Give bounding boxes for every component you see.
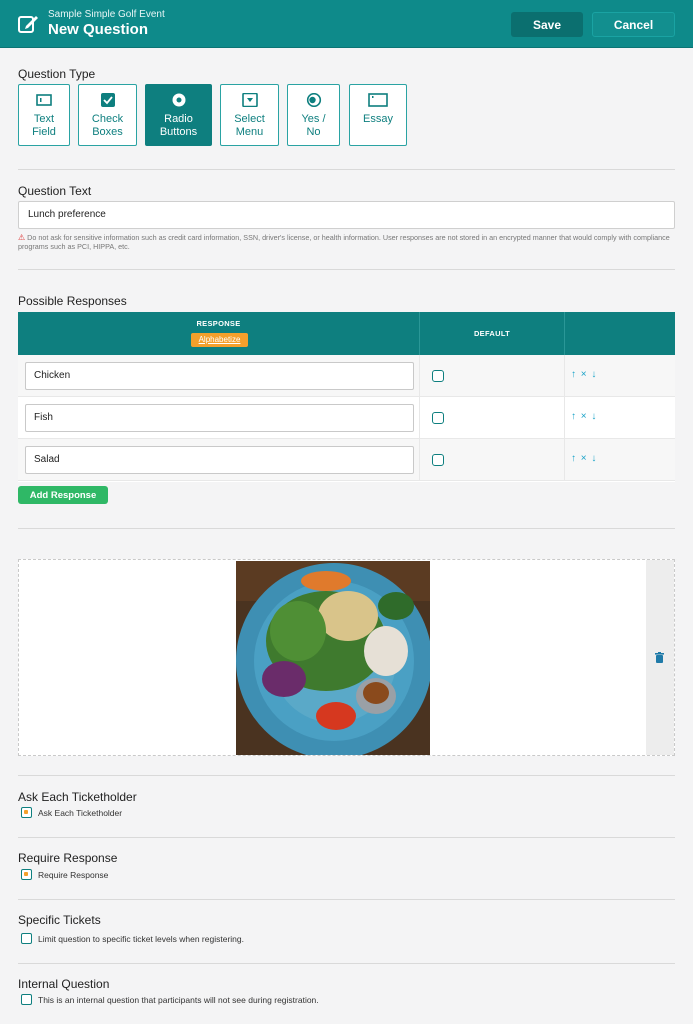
cancel-button[interactable]: Cancel (592, 12, 675, 37)
specific-tickets-title: Specific Tickets (18, 913, 101, 927)
edit-icon (18, 16, 38, 33)
select-menu-icon (241, 93, 258, 107)
sensitive-info-warning: ⚠ Do not ask for sensitive information su… (18, 233, 678, 251)
trash-icon[interactable] (655, 652, 664, 663)
top-bar: Sample Simple Golf Event New Question Sa… (0, 0, 693, 48)
specific-tickets-checkbox[interactable] (21, 933, 32, 944)
specific-tickets-checkbox-label: Limit question to specific ticket levels… (38, 934, 244, 944)
divider (18, 837, 675, 838)
salad-photo (236, 561, 430, 755)
save-button[interactable]: Save (511, 12, 583, 37)
image-upload-area[interactable] (18, 559, 675, 756)
add-response-button[interactable]: Add Response (18, 486, 108, 504)
type-label: Check Boxes (91, 113, 124, 138)
type-label: Essay (363, 113, 393, 125)
text-field-icon (36, 94, 52, 106)
default-column-header: DEFAULT (420, 312, 565, 355)
alphabetize-button[interactable]: Alphabetize (191, 333, 248, 347)
toggle-icon (306, 93, 321, 107)
divider (18, 269, 675, 270)
default-cell (420, 439, 565, 481)
divider (18, 528, 675, 529)
response-cell: Salad (18, 439, 420, 481)
row-actions[interactable]: ↑ × ↓ (571, 369, 597, 380)
response-column-header: RESPONSE Alphabetize (18, 312, 420, 355)
divider (18, 775, 675, 776)
type-label: Radio Buttons (159, 113, 198, 138)
type-yes-no[interactable]: Yes / No (287, 84, 340, 146)
warning-icon: ⚠ (18, 233, 26, 242)
type-label: Text Field (32, 113, 56, 138)
image-actions-sidebar (646, 560, 674, 755)
question-type-label: Question Type (18, 67, 96, 81)
table-row: Chicken ↑ × ↓ (18, 355, 675, 397)
type-text-field[interactable]: Text Field (18, 84, 70, 146)
checkbox-icon (100, 93, 115, 107)
type-label: Select Menu (234, 113, 265, 138)
responses-table: RESPONSE Alphabetize DEFAULT Chicken ↑ ×… (18, 312, 675, 482)
divider (18, 963, 675, 964)
row-actions[interactable]: ↑ × ↓ (571, 411, 597, 422)
default-checkbox[interactable] (432, 370, 444, 382)
response-input[interactable]: Fish (25, 404, 414, 432)
page-title: New Question (48, 21, 149, 38)
response-cell: Fish (18, 397, 420, 439)
ask-each-title: Ask Each Ticketholder (18, 790, 137, 804)
require-response-checkbox-label: Require Response (38, 870, 109, 880)
table-header: RESPONSE Alphabetize DEFAULT (18, 312, 675, 355)
ask-each-checkbox-label: Ask Each Ticketholder (38, 808, 123, 818)
ask-each-checkbox[interactable] (21, 807, 32, 818)
require-response-title: Require Response (18, 851, 118, 865)
divider (18, 899, 675, 900)
default-checkbox[interactable] (432, 412, 444, 424)
internal-question-checkbox-label: This is an internal question that partic… (38, 995, 319, 1005)
column-title: DEFAULT (473, 329, 511, 338)
warning-text: Do not ask for sensitive information suc… (18, 233, 670, 251)
default-cell (420, 397, 565, 439)
type-check-boxes[interactable]: Check Boxes (78, 84, 137, 146)
require-response-checkbox[interactable] (21, 869, 32, 880)
response-cell: Chicken (18, 355, 420, 397)
question-text-label: Question Text (18, 184, 92, 198)
type-label: Yes / No (301, 113, 326, 138)
internal-question-checkbox[interactable] (21, 994, 32, 1005)
type-essay[interactable]: Essay (349, 84, 407, 146)
response-input[interactable]: Chicken (25, 362, 414, 390)
divider (18, 169, 675, 170)
row-actions[interactable]: ↑ × ↓ (571, 453, 597, 464)
default-checkbox[interactable] (432, 454, 444, 466)
column-title: RESPONSE (196, 319, 241, 328)
table-row: Fish ↑ × ↓ (18, 397, 675, 439)
event-name: Sample Simple Golf Event (48, 9, 165, 20)
possible-responses-label: Possible Responses (18, 294, 127, 308)
type-radio-buttons[interactable]: Radio Buttons (145, 84, 212, 146)
essay-icon (368, 93, 388, 107)
type-select-menu[interactable]: Select Menu (220, 84, 279, 146)
question-text-input[interactable]: Lunch preference (18, 201, 675, 229)
radio-icon (172, 93, 185, 107)
response-input[interactable]: Salad (25, 446, 414, 474)
default-cell (420, 355, 565, 397)
internal-question-title: Internal Question (18, 977, 110, 991)
table-row: Salad ↑ × ↓ (18, 439, 675, 481)
